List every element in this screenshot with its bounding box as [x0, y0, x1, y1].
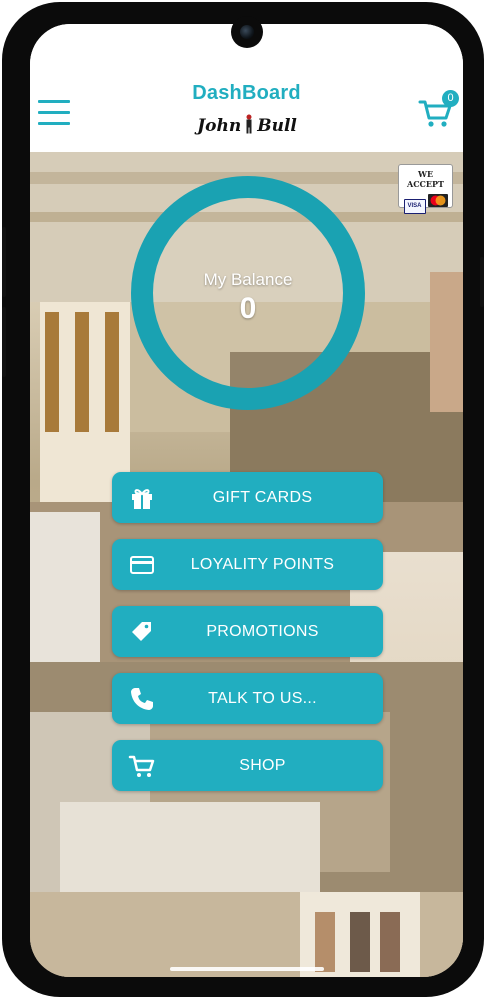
balance-value: 0	[239, 292, 257, 325]
shop-button[interactable]: SHOP	[112, 740, 383, 791]
shop-label: SHOP	[239, 757, 286, 774]
talk-to-us-button[interactable]: TALK TO US...	[112, 673, 383, 724]
loyalty-points-button[interactable]: LOYALITY POINTS	[112, 539, 383, 590]
mastercard-icon	[427, 194, 448, 207]
balance-label: My Balance	[203, 270, 293, 289]
cart-count-badge: 0	[442, 90, 459, 107]
logo-figure-icon	[246, 114, 252, 134]
promotions-button[interactable]: PROMOTIONS	[112, 606, 383, 657]
home-indicator[interactable]	[170, 967, 324, 971]
app-screen: DashBoard John Bull 0 WE ACCEPT VISA My …	[30, 24, 463, 977]
power-button	[480, 257, 484, 307]
gift-cards-button[interactable]: GIFT CARDS	[112, 472, 383, 523]
promotions-label: PROMOTIONS	[206, 623, 319, 640]
we-accept-label: WE ACCEPT	[406, 169, 444, 189]
brand-logo: John Bull	[197, 114, 297, 136]
page-title: DashBoard	[192, 82, 301, 104]
gift-cards-label: GIFT CARDS	[212, 489, 313, 506]
front-camera	[231, 16, 263, 48]
payment-methods-badge: WE ACCEPT VISA	[398, 164, 453, 214]
volume-down-button	[2, 307, 6, 377]
talk-to-us-label: TALK TO US...	[208, 690, 317, 707]
phone-frame: DashBoard John Bull 0 WE ACCEPT VISA My …	[2, 2, 484, 997]
volume-up-button	[2, 227, 6, 297]
loyalty-points-label: LOYALITY POINTS	[190, 556, 335, 573]
visa-card-icon: VISA	[403, 199, 426, 214]
header-cart-button[interactable]: 0	[418, 90, 462, 134]
